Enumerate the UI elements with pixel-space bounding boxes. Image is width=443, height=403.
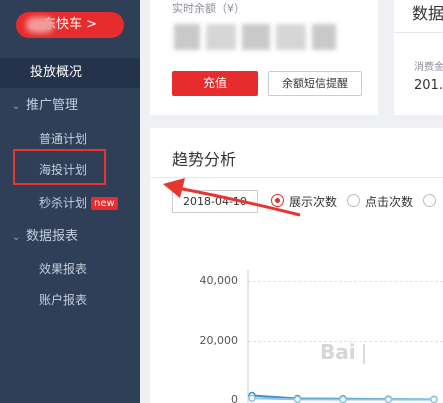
series-point	[248, 394, 256, 402]
watermark: Bai❘	[320, 340, 373, 364]
series-point	[339, 395, 347, 403]
series-point	[384, 395, 393, 403]
trend-chart	[247, 270, 438, 403]
series-point	[430, 395, 438, 403]
series-point	[293, 395, 302, 403]
